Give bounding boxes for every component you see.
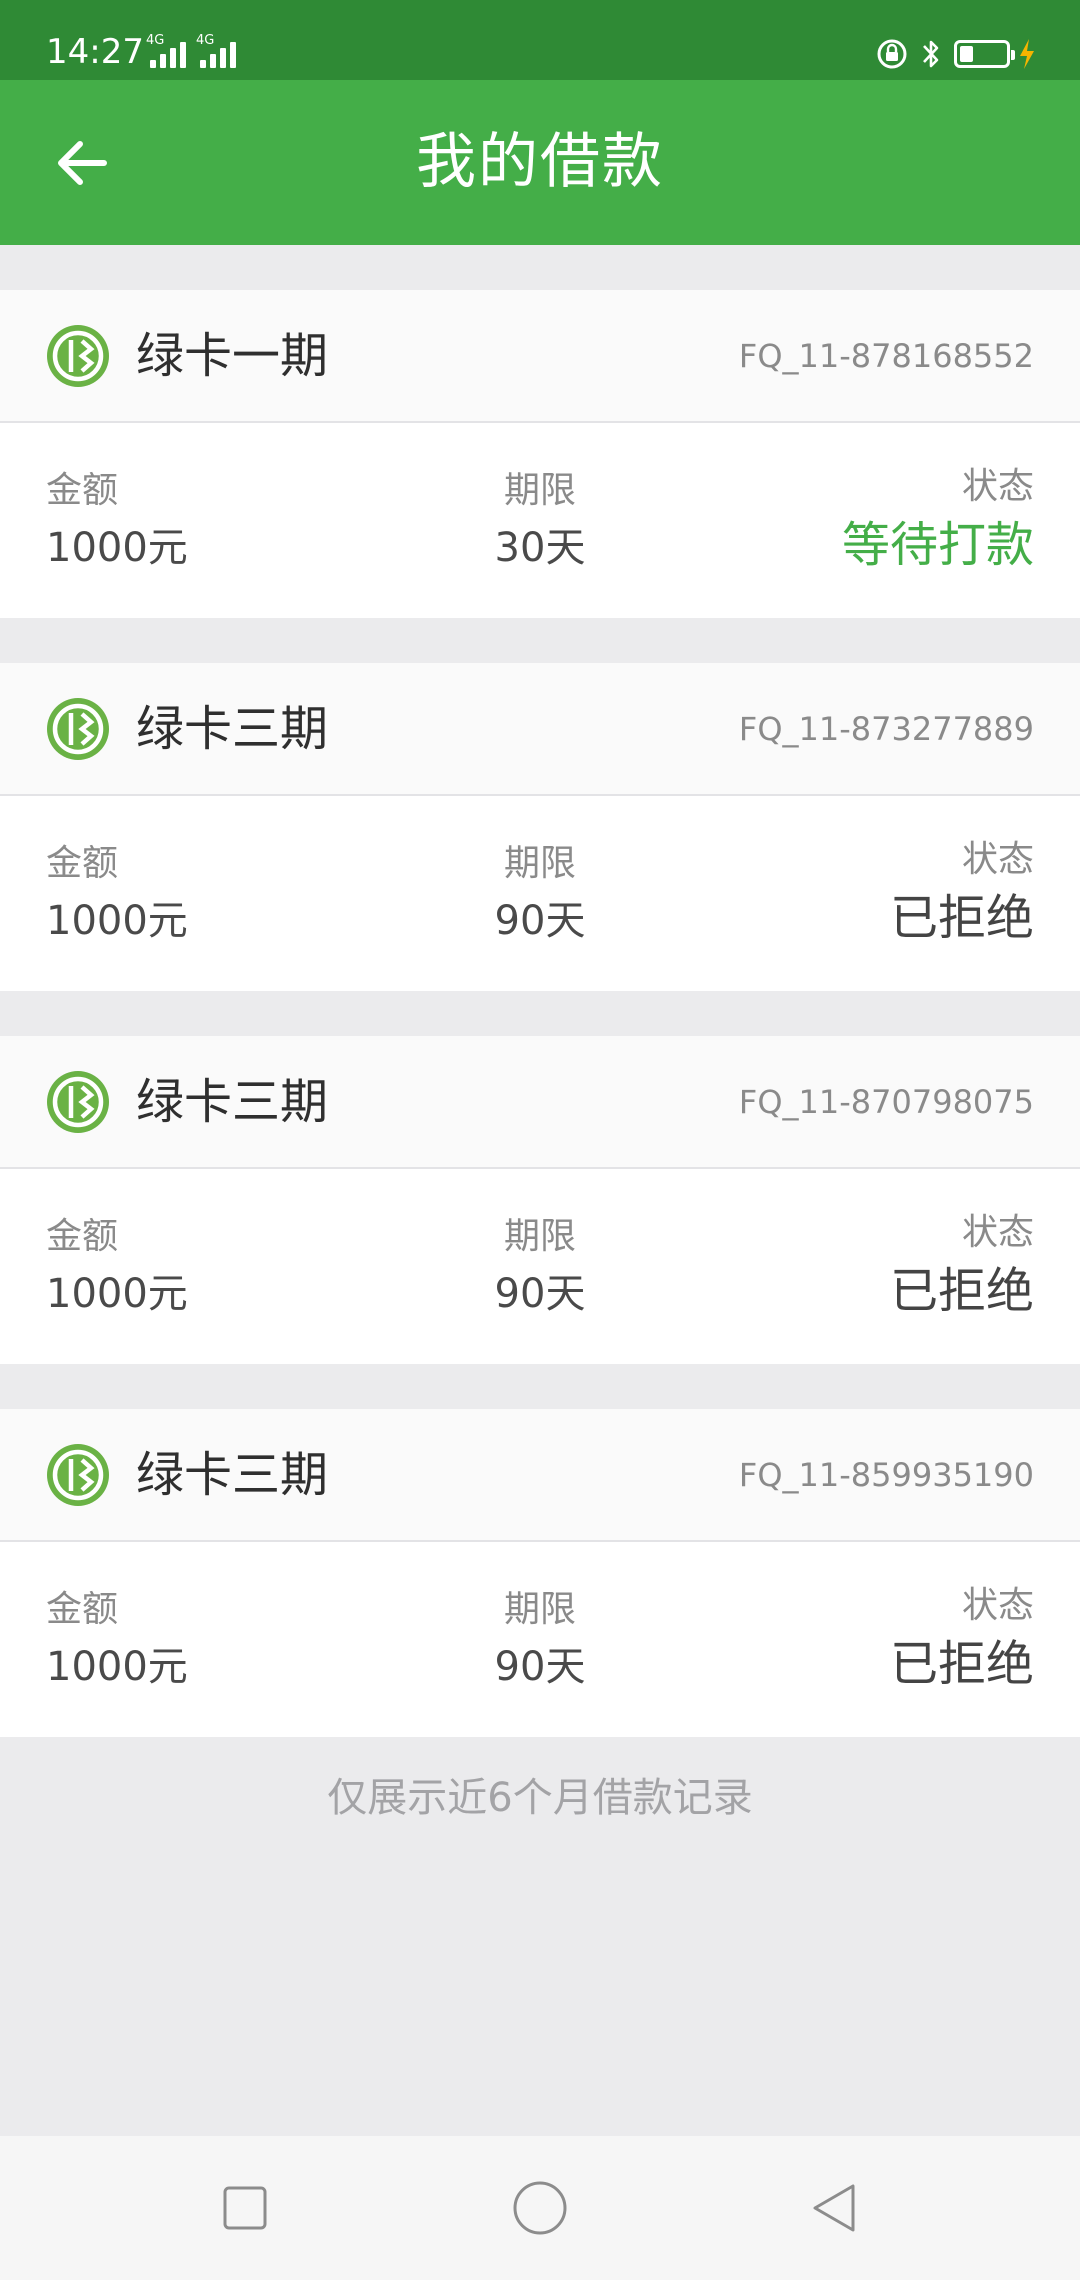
status-value: 已拒绝: [889, 890, 1034, 946]
term-label: 期限: [503, 1589, 576, 1630]
status-label: 状态: [961, 466, 1034, 507]
status-value: 等待打款: [841, 517, 1034, 573]
greencard-logo-icon: [47, 325, 109, 387]
greencard-logo-icon: [47, 1071, 109, 1133]
circle-icon[interactable]: [508, 2176, 572, 2240]
greencard-logo-icon: [47, 698, 109, 760]
battery-level: [960, 46, 973, 62]
triangle-back-icon[interactable]: [803, 2176, 867, 2240]
loan-card-body: 金额 1000元 期限 90天 状态 已拒绝: [0, 1542, 1080, 1737]
loan-card-1[interactable]: 绿卡一期 FQ_11-878168552 金额 1000元 期限 30天 状态 …: [0, 290, 1080, 618]
product-name: 绿卡三期: [136, 1447, 329, 1503]
charging-icon: [1020, 39, 1034, 69]
square-icon[interactable]: [213, 2176, 277, 2240]
rotation-lock-icon: [877, 39, 907, 69]
loan-card-3[interactable]: 绿卡三期 FQ_11-870798075 金额 1000元 期限 90天 状态 …: [0, 1036, 1080, 1364]
order-number: FQ_11-859935190: [738, 1456, 1034, 1494]
term-label: 期限: [503, 470, 576, 511]
bluetooth-icon: [923, 40, 939, 68]
loan-card-body: 金额 1000元 期限 90天 状态 已拒绝: [0, 796, 1080, 991]
order-number: FQ_11-873277889: [738, 710, 1034, 748]
product-name: 绿卡一期: [136, 328, 329, 384]
term-label: 期限: [503, 1216, 576, 1257]
status-label: 状态: [961, 839, 1034, 880]
screen: 14:27 4G 4G 我的借款 绿卡一期 FQ_11-878168552 金额…: [0, 0, 1080, 2280]
status-bar: 14:27 4G 4G: [0, 0, 1080, 80]
loan-card-body: 金额 1000元 期限 90天 状态 已拒绝: [0, 1169, 1080, 1364]
loan-list: 绿卡一期 FQ_11-878168552 金额 1000元 期限 30天 状态 …: [0, 290, 1080, 1782]
loan-card-2[interactable]: 绿卡三期 FQ_11-873277889 金额 1000元 期限 90天 状态 …: [0, 663, 1080, 991]
status-label: 状态: [961, 1212, 1034, 1253]
status-label: 状态: [961, 1585, 1034, 1626]
status-icons: [876, 34, 1036, 74]
order-number: FQ_11-878168552: [738, 337, 1034, 375]
loan-card-body: 金额 1000元 期限 30天 状态 等待打款: [0, 423, 1080, 618]
order-number: FQ_11-870798075: [738, 1083, 1034, 1121]
signal-2-icon: 4G: [196, 34, 256, 70]
loan-card-4[interactable]: 绿卡三期 FQ_11-859935190 金额 1000元 期限 90天 状态 …: [0, 1409, 1080, 1737]
term-label: 期限: [503, 843, 576, 884]
footer-note: 仅展示近6个月借款记录: [327, 1775, 753, 1821]
loan-card-header: 绿卡三期 FQ_11-870798075: [0, 1036, 1080, 1169]
page-title: 我的借款: [416, 127, 664, 197]
loan-card-header: 绿卡三期 FQ_11-873277889: [0, 663, 1080, 796]
status-time: 14:27: [46, 32, 144, 72]
status-value: 已拒绝: [889, 1636, 1034, 1692]
loan-card-header: 绿卡三期 FQ_11-859935190: [0, 1409, 1080, 1542]
loan-card-header: 绿卡一期 FQ_11-878168552: [0, 290, 1080, 423]
signal-2-tag: 4G: [196, 33, 215, 48]
status-value: 已拒绝: [889, 1263, 1034, 1319]
battery-icon: [954, 40, 1015, 68]
product-name: 绿卡三期: [136, 1074, 329, 1130]
signal-1-tag: 4G: [146, 33, 165, 48]
greencard-logo-icon: [47, 1444, 109, 1506]
app-bar: 我的借款: [0, 80, 1080, 245]
navigation-bar: [0, 2136, 1080, 2280]
product-name: 绿卡三期: [136, 701, 329, 757]
